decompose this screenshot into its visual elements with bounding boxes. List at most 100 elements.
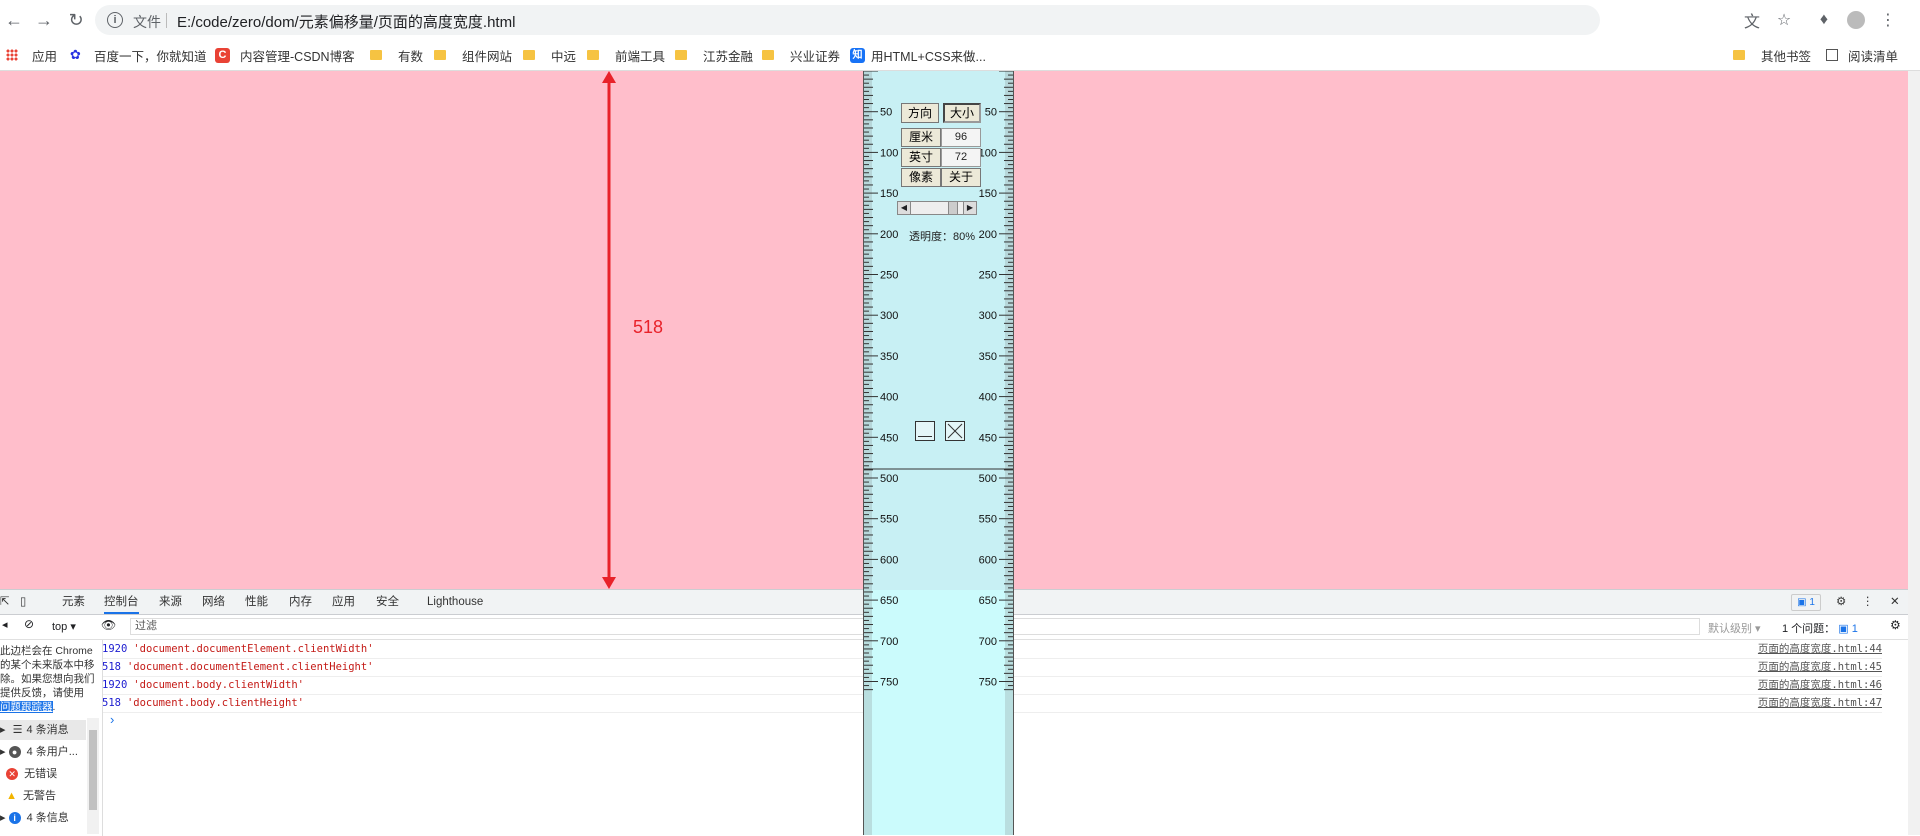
ruler-tick-label: 700: [880, 636, 898, 648]
log-source-link[interactable]: 页面的高度宽度.html:44: [1758, 640, 1882, 658]
tab-performance[interactable]: 性能: [245, 590, 268, 614]
bookmark-apps[interactable]: 应用: [6, 40, 57, 70]
settings-icon[interactable]: ⚙: [1836, 590, 1846, 614]
info-label: 文件: [133, 14, 161, 30]
sidebar-item-messages[interactable]: ▸ ☰ 4 条消息: [0, 720, 86, 740]
folder-icon: [434, 50, 446, 60]
ruler-tick-label: 200: [979, 229, 997, 241]
tab-network[interactable]: 网络: [202, 590, 225, 614]
log-source-link[interactable]: 页面的高度宽度.html:47: [1758, 694, 1882, 712]
bookmark-components[interactable]: 组件网站: [434, 40, 512, 70]
console-prompt[interactable]: ›: [110, 712, 114, 727]
tab-lighthouse[interactable]: Lighthouse: [427, 590, 483, 614]
star-icon[interactable]: ☆: [1772, 8, 1796, 32]
inch-button[interactable]: 英寸: [901, 148, 941, 167]
ruler-tick-label: 100: [979, 147, 997, 159]
slider-thumb[interactable]: [948, 202, 959, 214]
bookmark-other[interactable]: 其他书签: [1733, 40, 1811, 70]
clear-console-icon[interactable]: ⊘: [24, 617, 34, 631]
reload-icon[interactable]: ↻: [62, 6, 90, 34]
height-arrow: [602, 71, 616, 589]
log-source-link[interactable]: 页面的高度宽度.html:45: [1758, 658, 1882, 676]
bookmark-csdn[interactable]: C 内容管理-CSDN博客: [215, 40, 355, 70]
bookmark-baidu[interactable]: ✿ 百度一下，你就知道: [70, 40, 207, 70]
page-scrollbar[interactable]: [1908, 71, 1920, 835]
issues-badge[interactable]: ▣ 1: [1791, 594, 1821, 611]
address-bar[interactable]: i 文件 E:/code/zero/dom/元素偏移量/页面的高度宽度.html: [95, 5, 1600, 35]
more-icon[interactable]: ⋮: [1862, 590, 1874, 614]
ruler-tick-label: 150: [979, 188, 997, 200]
tab-security[interactable]: 安全: [376, 590, 399, 614]
url-text[interactable]: E:/code/zero/dom/元素偏移量/页面的高度宽度.html: [177, 11, 515, 32]
issues-counter[interactable]: 1 个问题： ▣ 1: [1782, 620, 1858, 636]
ruler-tick-label: 100: [880, 147, 898, 159]
menu-icon[interactable]: ⋮: [1876, 8, 1900, 32]
console-settings-icon[interactable]: ⚙: [1890, 618, 1901, 632]
tab-sources[interactable]: 来源: [159, 590, 182, 614]
close-ruler-icon[interactable]: [945, 421, 965, 441]
ruler-tick-label: 350: [880, 351, 898, 363]
sidebar-scrollbar[interactable]: [87, 718, 99, 834]
size-button[interactable]: 大小: [943, 103, 981, 123]
sidebar-notice: 此边栏会在 Chrome 的某个未来版本中移 除。如果您想向我们 提供反馈，请使…: [0, 645, 95, 713]
log-source-link[interactable]: 页面的高度宽度.html:46: [1758, 676, 1882, 694]
bookmark-zhongyuan[interactable]: 中远: [523, 40, 576, 70]
slider-right-arrow-icon[interactable]: ▶: [963, 202, 976, 214]
tab-application[interactable]: 应用: [332, 590, 355, 614]
bookmark-xingye[interactable]: 兴业证券: [762, 40, 840, 70]
sidebar-item-warnings[interactable]: ▲ 无警告: [0, 786, 56, 806]
translate-icon[interactable]: 文: [1740, 8, 1764, 32]
folder-icon: [762, 50, 774, 60]
minimize-icon[interactable]: [915, 421, 935, 441]
csdn-icon: C: [215, 47, 230, 63]
pixel-button[interactable]: 像素: [901, 168, 941, 187]
ruler-tick-label: 350: [979, 351, 997, 363]
forward-icon[interactable]: →: [30, 6, 58, 34]
apps-icon: [6, 49, 18, 61]
ruler-tick-label: 750: [979, 677, 997, 689]
bookmark-reading-list[interactable]: 阅读清单: [1826, 40, 1898, 70]
tab-console[interactable]: 控制台: [104, 590, 139, 614]
levels-dropdown[interactable]: 默认级别 ▾: [1708, 620, 1761, 636]
extensions-icon[interactable]: ♦: [1812, 8, 1836, 32]
log-number: 1920: [102, 643, 128, 655]
cm-button[interactable]: 厘米: [901, 128, 941, 147]
sidebar-item-user[interactable]: ▸ ● 4 条用户...: [0, 742, 78, 762]
bookmark-zhihu[interactable]: 知用HTML+CSS来做...: [850, 40, 986, 70]
profile-icon[interactable]: [1844, 8, 1868, 32]
bookmark-frontend-tools[interactable]: 前端工具: [587, 40, 665, 70]
info-icon[interactable]: i: [107, 12, 123, 28]
sidebar-toggle-icon[interactable]: ◂: [2, 618, 8, 631]
tab-elements[interactable]: 元素: [62, 590, 85, 614]
bookmark-jiangsu-finance[interactable]: 江苏金融: [675, 40, 753, 70]
slider-left-arrow-icon[interactable]: ◀: [898, 202, 911, 214]
issues-count: 1: [1851, 623, 1858, 635]
bookmark-label: 组件网站: [462, 49, 513, 64]
bookmark-label: 前端工具: [615, 49, 666, 64]
height-value-label: 518: [633, 317, 664, 337]
eye-icon[interactable]: 👁: [101, 618, 116, 632]
about-button[interactable]: 关于: [941, 168, 981, 187]
sidebar-item-info[interactable]: ▸ i4 条信息: [0, 808, 69, 828]
tab-memory[interactable]: 内存: [289, 590, 312, 614]
sidebar-item-errors[interactable]: ✕ 无错误: [0, 764, 57, 784]
cm-value[interactable]: 96: [941, 128, 981, 147]
notice-line: 提供反馈，请使用: [0, 687, 84, 699]
back-icon[interactable]: ←: [0, 6, 28, 34]
bookmark-youshu[interactable]: 有数: [370, 40, 423, 70]
close-icon[interactable]: ✕: [1890, 590, 1900, 614]
context-label: top: [52, 621, 68, 633]
issue-tracker-link[interactable]: 问题跟踪器: [0, 701, 53, 713]
log-string: 'document.documentElement.clientWidth': [133, 643, 374, 655]
inspect-icon[interactable]: ⇱: [0, 590, 14, 614]
levels-label: 默认级别: [1708, 623, 1752, 635]
inch-value[interactable]: 72: [941, 148, 981, 167]
list-icon: ☰: [12, 724, 23, 736]
bookmark-label: 用HTML+CSS来做...: [871, 49, 986, 64]
direction-button[interactable]: 方向: [901, 103, 939, 123]
opacity-slider[interactable]: ◀ ▶: [897, 201, 977, 215]
context-selector[interactable]: top ▾: [52, 620, 76, 633]
bookmark-label: 中远: [551, 49, 577, 64]
device-toggle-icon[interactable]: ▯: [20, 590, 34, 614]
ruler-widget[interactable]: 50 50 100 100 150 150 200 200 250 250 300 300 350 350…: [863, 71, 1014, 835]
